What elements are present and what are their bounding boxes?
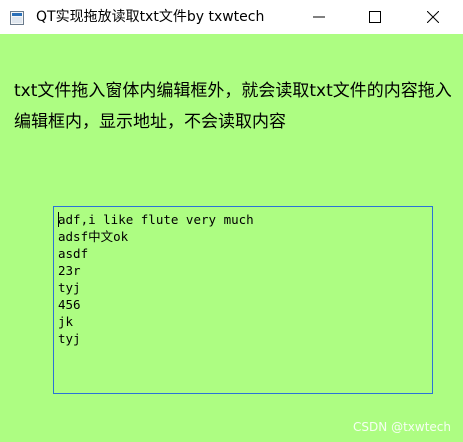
text-caret	[58, 212, 59, 227]
close-icon	[427, 11, 439, 23]
editor-line: adf,i like flute very much	[58, 212, 254, 227]
app-icon	[10, 10, 24, 25]
editor-line: 456	[58, 297, 81, 312]
watermark: CSDN @txwtech	[353, 420, 451, 434]
editor-line: asdf	[58, 246, 89, 261]
editor-line: adsf中文ok	[58, 229, 129, 244]
editor-line: jk	[58, 314, 74, 329]
maximize-button[interactable]	[347, 0, 403, 34]
instruction-label: txt文件拖入窗体内编辑框外，就会读取txt文件的内容拖入编辑框内，显示地址，不…	[14, 81, 452, 132]
editor-line: 23r	[58, 263, 81, 278]
editor-line: tyj	[58, 331, 81, 346]
text-editor[interactable]: adf,i like flute very much adsf中文ok asdf…	[53, 206, 433, 394]
editor-line: tyj	[58, 280, 81, 295]
window-title: QT实现拖放读取txt文件by txwtech	[36, 9, 265, 25]
maximize-icon	[369, 11, 381, 23]
app-window: QT实现拖放读取txt文件by txwtech txt文件拖入窗体内编辑框外，就…	[0, 0, 463, 442]
minimize-icon	[313, 16, 325, 18]
minimize-button[interactable]	[291, 0, 347, 34]
close-button[interactable]	[405, 0, 461, 34]
title-bar[interactable]: QT实现拖放读取txt文件by txwtech	[0, 0, 463, 34]
